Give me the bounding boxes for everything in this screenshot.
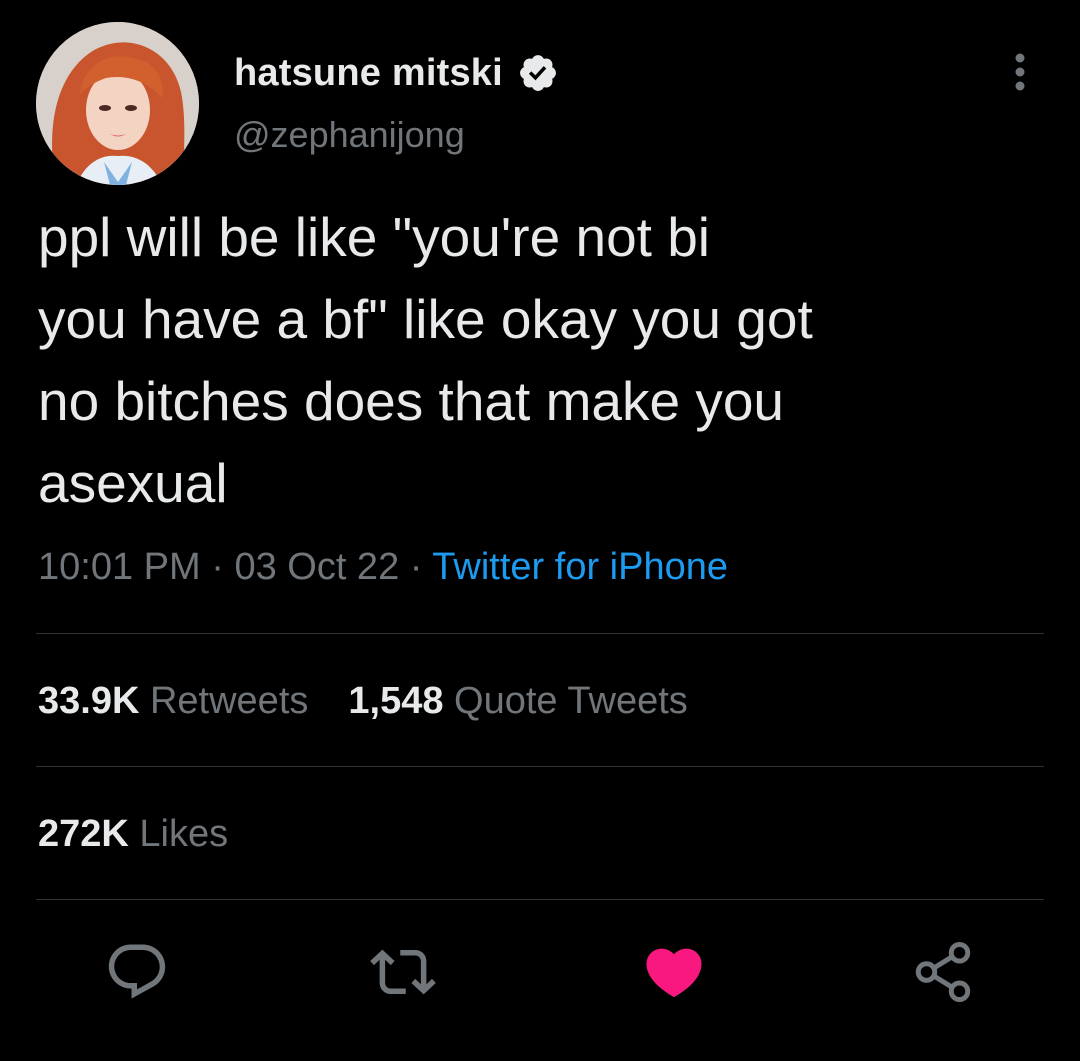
divider xyxy=(36,899,1044,900)
quotes-count: 1,548 xyxy=(348,680,444,722)
quotes-stat[interactable]: 1,548 Quote Tweets xyxy=(348,680,687,723)
verified-badge-icon xyxy=(519,55,556,91)
reply-icon[interactable] xyxy=(104,939,170,1005)
retweets-label: Retweets xyxy=(149,680,309,722)
retweet-icon[interactable] xyxy=(370,939,436,1005)
tweet-line: you have a bf" like okay you got xyxy=(38,288,813,350)
tweet-time[interactable]: 10:01 PM xyxy=(38,546,201,588)
avatar[interactable] xyxy=(36,22,199,185)
retweets-stat[interactable]: 33.9K Retweets xyxy=(38,680,308,723)
retweets-count: 33.9K xyxy=(38,680,140,722)
more-dots-icon[interactable] xyxy=(1005,50,1035,94)
meta-separator: · xyxy=(211,546,224,588)
divider xyxy=(36,766,1044,767)
action-bar xyxy=(0,935,1080,1015)
stats-row: 33.9K Retweets 1,548 Quote Tweets xyxy=(38,680,688,723)
tweet-source-link[interactable]: Twitter for iPhone xyxy=(432,546,728,588)
likes-label: Likes xyxy=(139,813,229,855)
likes-count: 272K xyxy=(38,813,129,855)
tweet-line: ppl will be like "you're not bi xyxy=(38,206,711,268)
tweet-meta: 10:01 PM · 03 Oct 22 · Twitter for iPhon… xyxy=(38,546,728,589)
heart-icon[interactable] xyxy=(641,939,707,1005)
tweet-line: no bitches does that make you xyxy=(38,370,785,432)
tweet-date[interactable]: 03 Oct 22 xyxy=(234,546,399,588)
display-name[interactable]: hatsune mitski xyxy=(234,52,503,95)
meta-separator: · xyxy=(409,546,423,588)
likes-stat[interactable]: 272K Likes xyxy=(38,813,228,856)
quotes-label: Quote Tweets xyxy=(454,680,688,722)
tweet-line: asexual xyxy=(38,452,228,514)
user-handle[interactable]: @zephanijong xyxy=(234,114,465,156)
share-icon[interactable] xyxy=(910,939,976,1005)
likes-row: 272K Likes xyxy=(38,813,228,856)
divider xyxy=(36,633,1044,634)
tweet-text: ppl will be like "you're not bi you have… xyxy=(38,196,1038,524)
avatar-image xyxy=(36,22,199,185)
